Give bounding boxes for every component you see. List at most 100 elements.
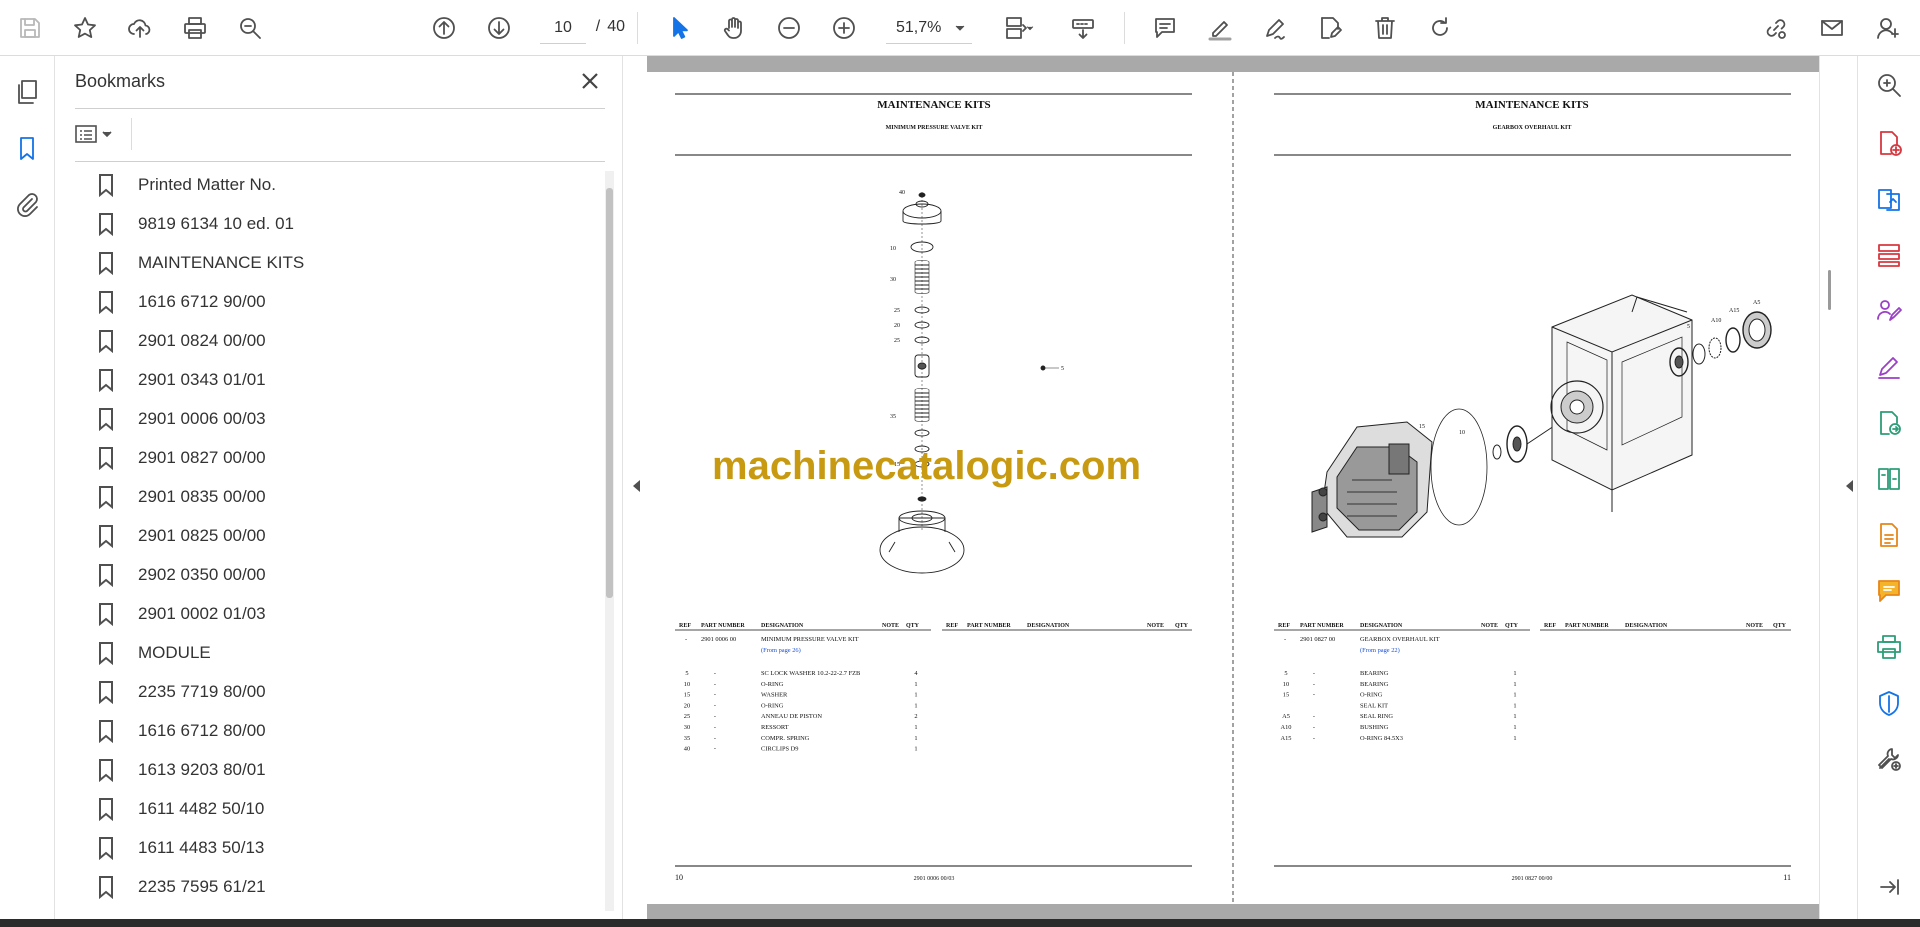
previous-page-icon[interactable]: [424, 8, 464, 48]
lt-h2-qty: QTY: [1175, 623, 1189, 629]
next-page-icon[interactable]: [479, 8, 519, 48]
document-scrollbar-thumb[interactable]: [1828, 270, 1831, 310]
select-cursor-icon[interactable]: [659, 8, 699, 48]
page-fit-chevron-icon[interactable]: [1020, 8, 1040, 48]
page-number-input[interactable]: [540, 12, 586, 44]
bookmark-item[interactable]: MODULE: [96, 636, 576, 670]
email-envelope-icon[interactable]: [1812, 8, 1852, 48]
bookmark-ribbon-icon: [99, 876, 113, 899]
edit-pdf-icon[interactable]: [1310, 8, 1350, 48]
collapse-left-icon[interactable]: [631, 479, 641, 493]
part-cell-part: -: [714, 724, 716, 731]
star-bookmark-icon[interactable]: [65, 8, 105, 48]
print-production-icon[interactable]: [1870, 628, 1908, 666]
callout-40: 40: [899, 190, 905, 196]
bookmark-item[interactable]: 2901 0835 00/00: [96, 480, 576, 514]
comment-tool-icon[interactable]: [1870, 572, 1908, 610]
export-pdf-icon[interactable]: [1870, 180, 1908, 218]
rt-main-from-link[interactable]: (From page 22): [1360, 647, 1400, 654]
bookmark-item[interactable]: 1611 4483 50/13: [96, 831, 576, 865]
part-cell-ref: 30: [684, 724, 690, 731]
bookmark-ribbon-icon: [99, 720, 113, 743]
bookmark-scrollbar-thumb[interactable]: [606, 188, 613, 598]
bookmark-ribbon-icon: [99, 447, 113, 470]
bookmark-item[interactable]: 2235 7595 61/21: [96, 870, 576, 904]
bookmark-item[interactable]: 2901 0827 00/00: [96, 441, 576, 475]
bookmark-label: MAINTENANCE KITS: [138, 253, 305, 272]
compare-files-icon[interactable]: [1870, 460, 1908, 498]
bookmark-item[interactable]: 2901 0343 01/01: [96, 363, 576, 397]
bookmark-item[interactable]: 2901 0825 00/00: [96, 519, 576, 553]
bookmark-item[interactable]: 2902 0350 00/00: [96, 558, 576, 592]
scroll-mode-icon[interactable]: [1063, 8, 1103, 48]
bookmark-item[interactable]: 1611 4482 50/10: [96, 792, 576, 826]
part-cell-qty: 1: [914, 681, 917, 688]
bookmark-ribbon-icon: [99, 213, 113, 236]
left-panel-splitter[interactable]: [622, 56, 647, 919]
callout-35: 35: [890, 414, 896, 420]
part-cell-part: -: [714, 746, 716, 753]
comment-icon[interactable]: [1145, 8, 1185, 48]
save-icon[interactable]: [10, 8, 50, 48]
delete-trash-icon[interactable]: [1365, 8, 1405, 48]
bookmarks-panel-icon[interactable]: [7, 128, 47, 168]
bookmark-ribbon-icon: [99, 564, 113, 587]
protect-shield-icon[interactable]: [1870, 684, 1908, 722]
zoom-dropdown-chevron-icon[interactable]: [952, 18, 968, 38]
draw-signature-icon[interactable]: [1255, 8, 1295, 48]
collapse-right-icon[interactable]: [1844, 479, 1854, 493]
find-search-icon[interactable]: [230, 8, 270, 48]
part-cell-designation: RESSORT: [761, 724, 789, 731]
zoom-in-icon[interactable]: [824, 8, 864, 48]
bookmark-ribbon-icon: [99, 759, 113, 782]
organize-pages-icon[interactable]: [1870, 236, 1908, 274]
hand-pan-icon[interactable]: [714, 8, 754, 48]
lt-h-note: NOTE: [882, 623, 899, 629]
attachments-paperclip-icon[interactable]: [7, 184, 47, 224]
lt-main-desig: MINIMUM PRESSURE VALVE KIT: [761, 636, 859, 643]
account-user-icon[interactable]: [1868, 8, 1908, 48]
callout-20: 20: [894, 323, 900, 329]
rt-h-desig: DESIGNATION: [1360, 623, 1403, 629]
more-tools-icon[interactable]: [1870, 740, 1908, 778]
fill-sign-icon[interactable]: [1870, 348, 1908, 386]
right-panel-splitter[interactable]: [1819, 56, 1857, 919]
document-viewer[interactable]: MAINTENANCE KITS MINIMUM PRESSURE VALVE …: [647, 56, 1819, 919]
bookmark-item[interactable]: 1616 6712 90/00: [96, 285, 576, 319]
collapse-tools-icon[interactable]: [1870, 868, 1908, 906]
left-page: MAINTENANCE KITS MINIMUM PRESSURE VALVE …: [675, 93, 1192, 882]
bookmark-options-button[interactable]: [74, 118, 122, 150]
scan-ocr-icon[interactable]: [1870, 516, 1908, 554]
page-total: 40: [607, 18, 625, 35]
bookmark-item[interactable]: 2901 0006 00/03: [96, 402, 576, 436]
highlight-pen-icon[interactable]: [1200, 8, 1240, 48]
bookmark-item[interactable]: 1613 9203 80/01: [96, 753, 576, 787]
upload-cloud-icon[interactable]: [120, 8, 160, 48]
bookmark-label: 1616 6712 80/00: [138, 721, 266, 740]
close-icon[interactable]: [575, 66, 605, 96]
page-thumbnails-icon[interactable]: [7, 72, 47, 112]
bookmark-ribbon-icon: [99, 291, 113, 314]
convert-pdf-icon[interactable]: [1870, 404, 1908, 442]
part-cell-qty: 1: [1513, 692, 1516, 699]
lt-h-ref: REF: [679, 623, 691, 629]
bookmark-ribbon-icon: [99, 837, 113, 860]
print-icon[interactable]: [175, 8, 215, 48]
request-esign-icon[interactable]: [1870, 292, 1908, 330]
zoom-out-icon[interactable]: [769, 8, 809, 48]
bookmark-item[interactable]: 2235 7719 80/00: [96, 675, 576, 709]
rt-h-note: NOTE: [1481, 623, 1498, 629]
bookmark-item[interactable]: 1616 6712 80/00: [96, 714, 576, 748]
lt-main-ref: -: [685, 636, 687, 643]
bookmark-item[interactable]: 9819 6134 10 ed. 01: [96, 207, 576, 241]
bottom-edge: [0, 919, 1920, 927]
create-pdf-icon[interactable]: [1870, 124, 1908, 162]
share-link-icon[interactable]: [1756, 8, 1796, 48]
lt-main-from-link[interactable]: (From page 26): [761, 647, 801, 654]
redo-rotate-icon[interactable]: [1420, 8, 1460, 48]
bookmark-item[interactable]: Printed Matter No.: [96, 168, 576, 202]
bookmark-item[interactable]: 2901 0002 01/03: [96, 597, 576, 631]
bookmark-item[interactable]: MAINTENANCE KITS: [96, 246, 576, 280]
bookmark-item[interactable]: 2901 0824 00/00: [96, 324, 576, 358]
zoom-search-icon[interactable]: [1870, 66, 1908, 104]
